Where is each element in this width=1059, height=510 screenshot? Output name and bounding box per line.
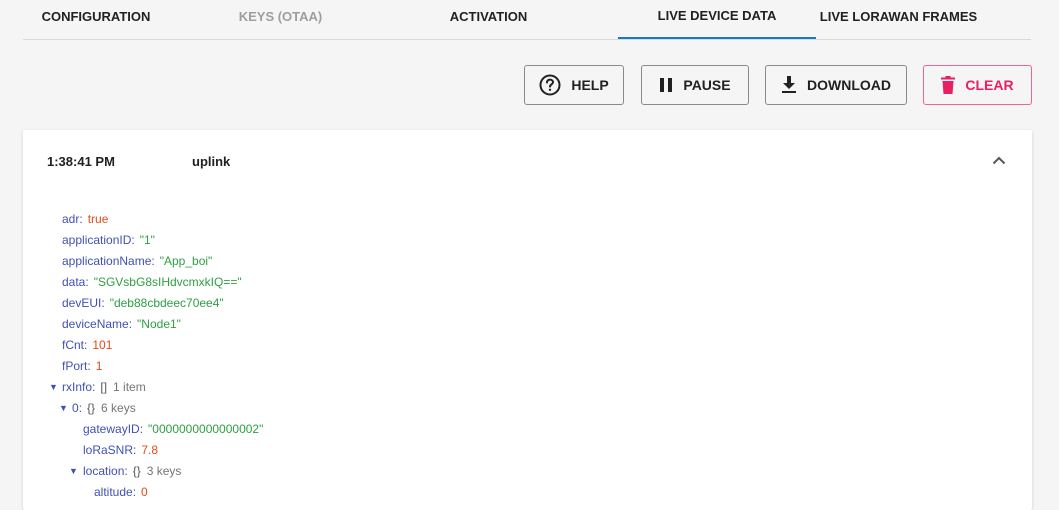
tree-row-applicationname: applicationName: "App_boi" xyxy=(62,254,213,268)
download-button[interactable]: DOWNLOAD xyxy=(765,65,907,105)
tab-keys-otaa[interactable]: KEYS (OTAA) xyxy=(208,0,353,39)
tree-row-fcnt: fCnt: 101 xyxy=(62,338,113,352)
tree-row-deveui: devEUI: "deb88cbdeec70ee4" xyxy=(62,296,224,310)
pause-button[interactable]: PAUSE xyxy=(641,65,749,105)
tab-live-lorawan-frames[interactable]: LIVE LORAWAN FRAMES xyxy=(816,0,981,39)
collapse-rxinfo-icon[interactable]: ▼ xyxy=(49,379,58,395)
tree-row-data: data: "SGVsbG8sIHdvcmxkIQ==" xyxy=(62,275,242,289)
clear-button[interactable]: CLEAR xyxy=(923,65,1032,105)
download-icon xyxy=(782,76,796,93)
tab-bar: CONFIGURATION KEYS (OTAA) ACTIVATION LIV… xyxy=(23,0,1031,40)
chevron-up-icon[interactable] xyxy=(992,156,1006,165)
tree-row-devicename: deviceName: "Node1" xyxy=(62,317,181,331)
help-button-label: HELP xyxy=(571,77,609,93)
event-type: uplink xyxy=(192,154,231,169)
collapse-location-icon[interactable]: ▼ xyxy=(69,463,78,479)
tree-row-rxinfo-0[interactable]: 0:{} 6 keys xyxy=(72,400,136,421)
tab-configuration[interactable]: CONFIGURATION xyxy=(23,0,169,39)
trash-icon xyxy=(941,76,956,94)
tab-activation[interactable]: ACTIVATION xyxy=(416,0,561,39)
tree-row-adr: adr: true xyxy=(62,212,109,226)
clear-button-label: CLEAR xyxy=(965,77,1014,93)
help-icon xyxy=(539,74,561,96)
pause-icon xyxy=(660,78,673,92)
tree-row-gatewayid: gatewayID: "0000000000000002" xyxy=(83,422,264,436)
tree-row-rxinfo[interactable]: rxInfo:[] 1 item xyxy=(62,379,146,400)
download-button-label: DOWNLOAD xyxy=(807,77,891,93)
collapse-rxinfo-0-icon[interactable]: ▼ xyxy=(59,400,68,416)
event-panel: 1:38:41 PM uplink adr: true applicationID… xyxy=(23,130,1032,510)
tree-row-location[interactable]: location:{} 3 keys xyxy=(83,463,181,484)
tree-row-lorasnr: loRaSNR: 7.8 xyxy=(83,443,159,457)
tree-row-fport: fPort: 1 xyxy=(62,359,103,373)
event-time: 1:38:41 PM xyxy=(47,154,115,169)
tree-row-altitude: altitude: 0 xyxy=(94,485,148,499)
pause-button-label: PAUSE xyxy=(683,77,731,93)
tab-live-device-data[interactable]: LIVE DEVICE DATA xyxy=(618,0,816,39)
help-button[interactable]: HELP xyxy=(524,65,624,105)
tree-row-applicationid: applicationID: "1" xyxy=(62,233,155,247)
